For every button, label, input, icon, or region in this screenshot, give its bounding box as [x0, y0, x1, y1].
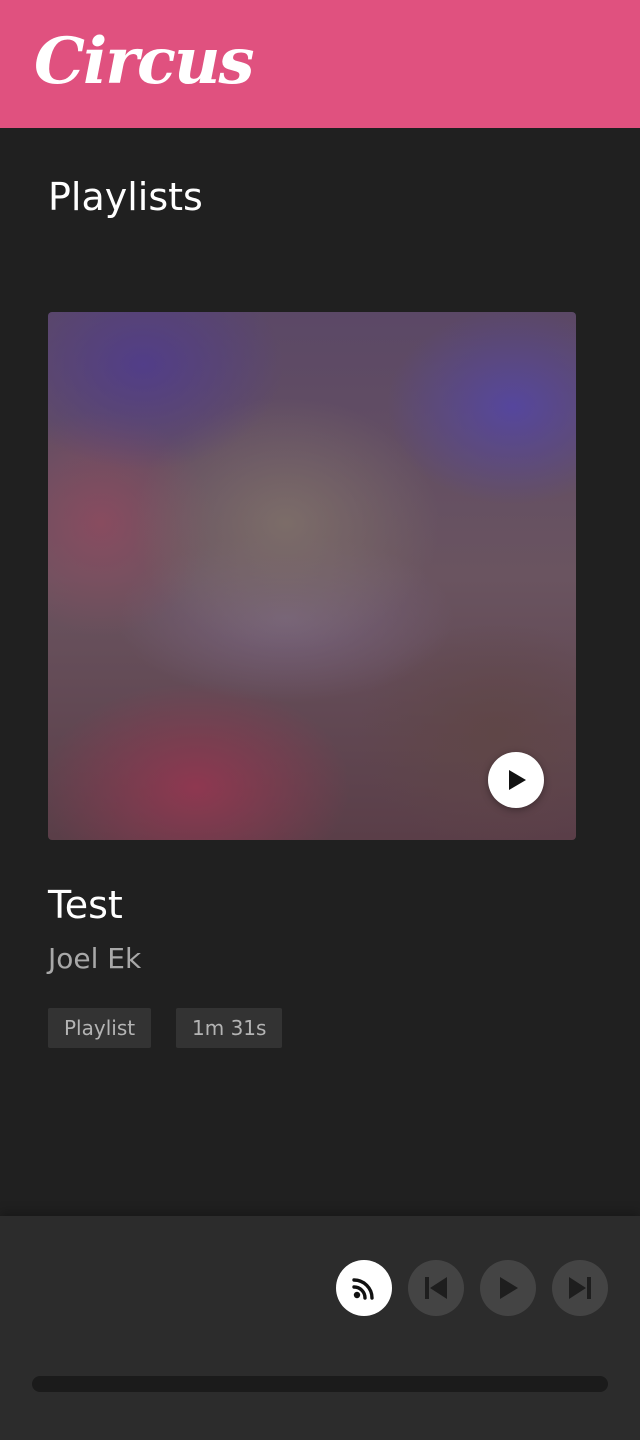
skip-next-icon	[569, 1277, 591, 1299]
play-button[interactable]	[480, 1260, 536, 1316]
previous-button[interactable]	[408, 1260, 464, 1316]
rss-button[interactable]	[336, 1260, 392, 1316]
artwork-play-button[interactable]	[488, 752, 544, 808]
progress-bar[interactable]	[32, 1376, 608, 1392]
circus-logo[interactable]: Circus	[34, 22, 254, 102]
rss-icon	[352, 1278, 374, 1300]
skip-previous-icon	[425, 1277, 447, 1299]
play-icon	[509, 770, 526, 790]
app-header: Circus	[0, 0, 640, 128]
playlist-author[interactable]: Joel Ek	[48, 940, 141, 978]
playlist-title[interactable]: Test	[48, 880, 123, 930]
duration-badge: 1m 31s	[176, 1008, 283, 1048]
page-title: Playlists	[48, 175, 203, 219]
next-button[interactable]	[552, 1260, 608, 1316]
main-content: Playlists Test Joel Ek Playlist 1m 31s	[0, 128, 640, 1216]
type-badge: Playlist	[48, 1008, 152, 1048]
play-icon	[500, 1277, 518, 1299]
playlist-artwork[interactable]	[48, 312, 576, 840]
player-bar	[0, 1216, 640, 1440]
